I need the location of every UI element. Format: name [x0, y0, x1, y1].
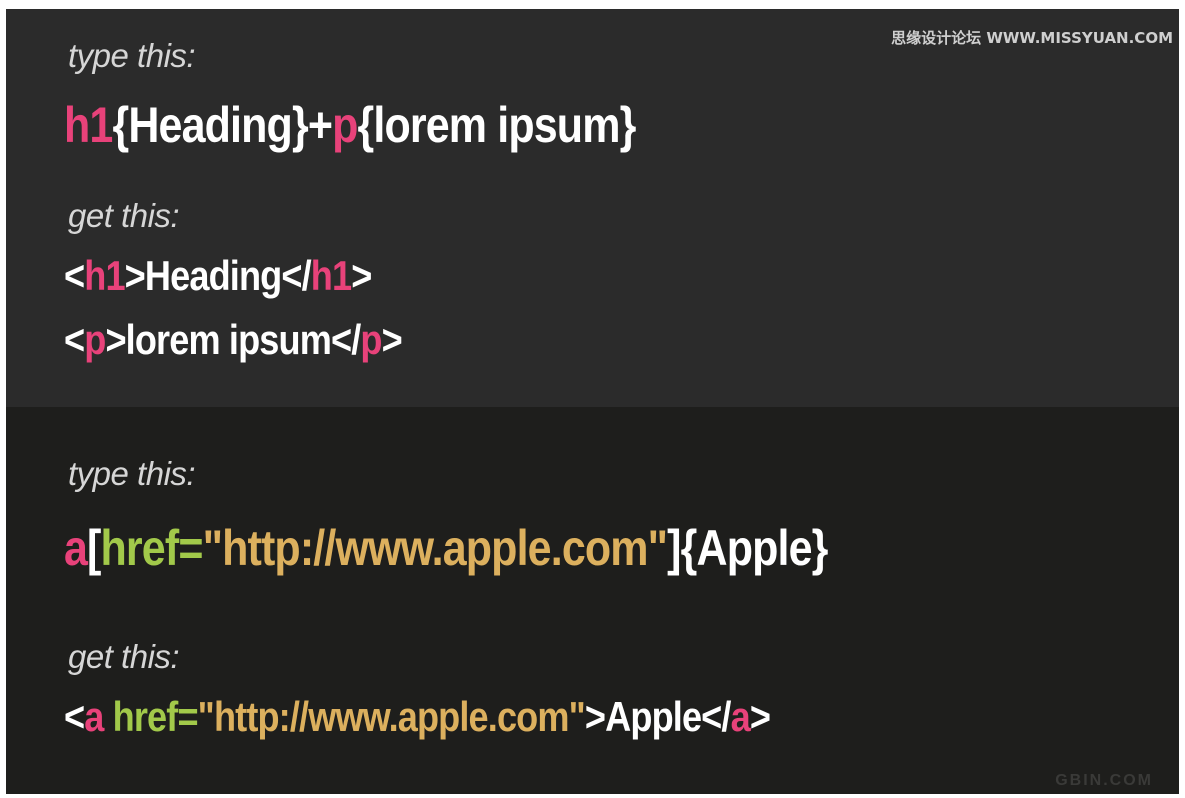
example-panel-top: type this: h1{Heading}+p{lorem ipsum} ge… [6, 9, 1179, 407]
tag-name-token: a [84, 693, 104, 740]
abbreviation-input: h1{Heading}+p{lorem ipsum} [64, 96, 636, 154]
tag-name-token: a [64, 520, 88, 576]
get-this-label: get this: [68, 197, 180, 234]
attribute-token: href= [100, 520, 204, 576]
type-this-label: type this: [68, 455, 196, 492]
text-token: {lorem ipsum} [357, 97, 636, 153]
tag-name-token: h1 [310, 252, 352, 299]
text-token: >Heading</ [124, 252, 312, 299]
attribute-token: href= [112, 693, 199, 740]
text-token: {Heading}+ [112, 97, 333, 153]
tag-name-token: h1 [64, 97, 113, 153]
text-token: > [381, 316, 403, 363]
tag-name-token: p [332, 97, 358, 153]
text-token: ]{Apple} [667, 520, 828, 576]
text-token: [ [87, 520, 101, 576]
tag-name-token: h1 [84, 252, 125, 299]
string-token: "http://www.apple.com" [197, 693, 586, 740]
example-panel-bottom: type this: a[href="http://www.apple.com"… [6, 407, 1179, 794]
abbreviation-input: a[href="http://www.apple.com"]{Apple} [64, 519, 828, 577]
html-output-line: <h1>Heading</h1> [64, 252, 372, 300]
text-token: > [351, 252, 372, 299]
tag-name-token: p [84, 316, 106, 363]
emmet-example-graphic: type this: h1{Heading}+p{lorem ipsum} ge… [6, 9, 1179, 794]
string-token: "http://www.apple.com" [202, 520, 668, 576]
text-token: < [64, 316, 85, 363]
html-output-line: <a href="http://www.apple.com">Apple</a> [64, 693, 771, 741]
watermark-site: 思缘设计论坛 WWW.MISSYUAN.COM [891, 29, 1173, 47]
text-token: >lorem ipsum</ [105, 316, 361, 363]
text-token: >Apple</ [584, 693, 732, 740]
text-token: < [64, 252, 85, 299]
text-token: > [749, 693, 771, 740]
tag-name-token: a [730, 693, 751, 740]
get-this-label: get this: [68, 638, 180, 675]
tag-name-token: p [360, 316, 382, 363]
type-this-label: type this: [68, 37, 196, 74]
html-output-line: <p>lorem ipsum</p> [64, 316, 403, 364]
text-token: < [64, 693, 85, 740]
watermark-corner: GBIN.COM [1055, 772, 1153, 789]
